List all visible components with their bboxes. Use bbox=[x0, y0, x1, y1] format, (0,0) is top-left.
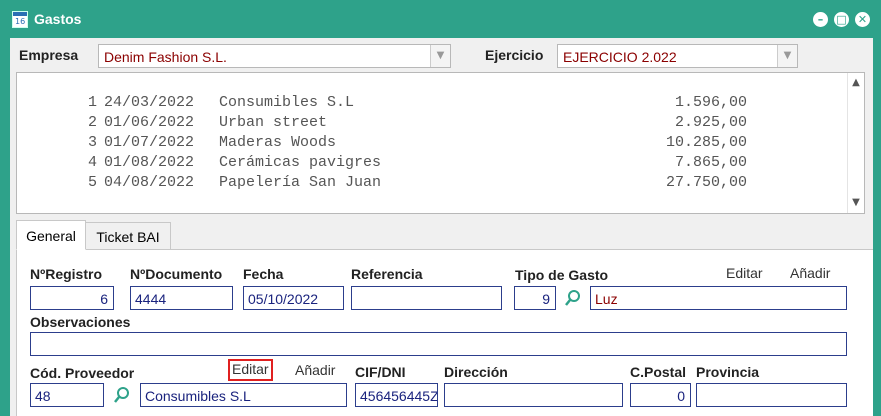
list-scrollbar[interactable]: ▲ ▼ bbox=[847, 73, 864, 213]
observaciones-field[interactable] bbox=[30, 332, 847, 356]
fecha-field[interactable]: 05/10/2022 bbox=[243, 286, 344, 310]
cpostal-label: C.Postal bbox=[630, 364, 687, 380]
empresa-label: Empresa bbox=[19, 47, 79, 63]
empresa-value: Denim Fashion S.L. bbox=[104, 49, 227, 65]
empresa-select[interactable]: Denim Fashion S.L. ▼ bbox=[98, 44, 451, 68]
list-item[interactable]: 2 01/06/2022 Urban street 2.925,00 bbox=[17, 97, 847, 131]
cpostal-field[interactable]: 0 bbox=[630, 383, 691, 407]
proveedor-name-field[interactable]: Consumibles S.L bbox=[140, 383, 347, 407]
title-bar[interactable]: 16 Gastos – □ ✕ bbox=[0, 0, 881, 38]
general-panel: NºRegistro NºDocumento Fecha Referencia … bbox=[16, 249, 873, 416]
chevron-down-icon[interactable]: ▼ bbox=[850, 197, 862, 209]
list-item[interactable]: 1 24/03/2022 Consumibles S.L 1.596,00 bbox=[17, 77, 847, 111]
tipo-gasto-label: Tipo de Gasto bbox=[515, 267, 609, 283]
maximize-icon[interactable]: □ bbox=[834, 12, 849, 27]
proveedor-anadir-link[interactable]: Añadir bbox=[295, 362, 335, 378]
nregistro-label: NºRegistro bbox=[30, 266, 103, 282]
window-title: Gastos bbox=[34, 11, 82, 27]
calendar-icon: 16 bbox=[12, 11, 28, 28]
ejercicio-value: EJERCICIO 2.022 bbox=[563, 49, 677, 65]
close-icon[interactable]: ✕ bbox=[855, 12, 870, 27]
proveedor-editar-link[interactable]: Editar bbox=[228, 359, 273, 381]
chevron-down-icon[interactable]: ▼ bbox=[430, 45, 450, 67]
list-item[interactable]: 4 01/08/2022 Cerámicas pavigres 7.865,00 bbox=[17, 137, 847, 171]
provincia-label: Provincia bbox=[696, 364, 760, 380]
chevron-up-icon[interactable]: ▲ bbox=[850, 77, 862, 89]
tipo-gasto-name-field[interactable]: Luz bbox=[590, 286, 847, 310]
tipo-anadir-link[interactable]: Añadir bbox=[790, 265, 830, 281]
nregistro-field[interactable]: 6 bbox=[30, 286, 114, 310]
ndocumento-label: NºDocumento bbox=[130, 266, 223, 282]
search-icon[interactable] bbox=[564, 289, 582, 307]
cod-proveedor-field[interactable]: 48 bbox=[30, 383, 104, 407]
search-icon[interactable] bbox=[113, 386, 131, 404]
minimize-icon[interactable]: – bbox=[813, 12, 828, 27]
ejercicio-label: Ejercicio bbox=[485, 47, 544, 63]
list-item[interactable]: 3 01/07/2022 Maderas Woods 10.285,00 bbox=[17, 117, 847, 151]
direccion-label: Dirección bbox=[444, 364, 508, 380]
gastos-window: 16 Gastos – □ ✕ Empresa Denim Fashion S.… bbox=[0, 0, 881, 416]
ndocumento-field[interactable]: 4444 bbox=[130, 286, 233, 310]
direccion-field[interactable] bbox=[444, 383, 623, 407]
provincia-field[interactable] bbox=[696, 383, 847, 407]
chevron-down-icon[interactable]: ▼ bbox=[777, 45, 797, 67]
cif-field[interactable]: 456456445Z bbox=[355, 383, 438, 407]
tab-general[interactable]: General bbox=[16, 220, 86, 250]
list-item[interactable]: 5 04/08/2022 Papelería San Juan 27.750,00 bbox=[17, 157, 847, 191]
referencia-field[interactable] bbox=[351, 286, 502, 310]
gastos-list[interactable]: 1 24/03/2022 Consumibles S.L 1.596,00 2 01/0… bbox=[16, 72, 865, 214]
fecha-label: Fecha bbox=[243, 266, 284, 282]
ejercicio-select[interactable]: EJERCICIO 2.022 ▼ bbox=[557, 44, 798, 68]
client-area: Empresa Denim Fashion S.L. ▼ Ejercicio E… bbox=[10, 38, 873, 416]
referencia-label: Referencia bbox=[351, 266, 423, 282]
tipo-gasto-code-field[interactable]: 9 bbox=[514, 286, 556, 310]
cif-label: CIF/DNI bbox=[355, 364, 406, 380]
cod-proveedor-label: Cód. Proveedor bbox=[30, 365, 135, 381]
tab-ticket-bai[interactable]: Ticket BAI bbox=[85, 222, 171, 250]
tipo-editar-link[interactable]: Editar bbox=[726, 265, 763, 281]
observaciones-label: Observaciones bbox=[30, 314, 131, 330]
